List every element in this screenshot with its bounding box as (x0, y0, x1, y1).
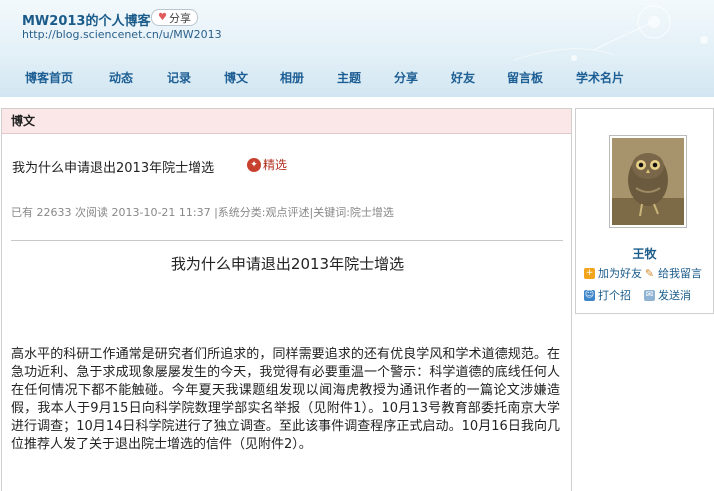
featured-badge: ✦ 精选 (247, 156, 287, 173)
avatar[interactable] (609, 135, 687, 228)
nav-item-feed[interactable]: 动态 (109, 69, 133, 86)
send-message-link[interactable]: ✉ 发送消 (644, 287, 691, 303)
nav-item-log[interactable]: 记录 (167, 69, 191, 86)
greet-label: 打个招 (598, 289, 631, 302)
blog-title[interactable]: MW2013的个人博客 (22, 10, 150, 29)
article-body: 高水平的科研工作通常是研究者们所追求的，同样需要追求的还有优良学风和学术道德规范… (11, 347, 560, 452)
nav-item-home[interactable]: 博客首页 (25, 69, 73, 86)
heart-icon: ♥ (158, 12, 167, 23)
blog-url[interactable]: http://blog.sciencenet.cn/u/MW2013 (22, 28, 222, 41)
nav-item-album[interactable]: 相册 (280, 69, 304, 86)
nav-item-share[interactable]: 分享 (394, 69, 418, 86)
blog-header: MW2013的个人博客 ♥ 分享 http://blog.sciencenet.… (0, 0, 714, 97)
add-friend-label: 加为好友 (598, 267, 642, 280)
nav-item-guestbook[interactable]: 留言板 (507, 69, 543, 86)
mail-icon: ✉ (644, 289, 655, 301)
nav-item-card[interactable]: 学术名片 (576, 69, 624, 86)
owl-avatar-image (612, 138, 684, 225)
article-panel: 博文 我为什么申请退出2013年院士增选 ✦ 精选 已有 22633 次阅读 2… (1, 108, 572, 491)
section-title: 博文 (2, 109, 571, 134)
divider (11, 240, 563, 241)
profile-sidebar: 王牧 + 加为好友 ✎ 给我留言 ☺ 打个招 ✉ 发送消 (575, 108, 714, 314)
share-label: 分享 (168, 11, 191, 25)
featured-label: 精选 (263, 158, 288, 172)
leave-message-link[interactable]: ✎ 给我留言 (644, 265, 702, 281)
pencil-icon: ✎ (644, 266, 655, 280)
leave-message-label: 给我留言 (658, 267, 702, 280)
featured-icon: ✦ (247, 157, 261, 172)
share-button[interactable]: ♥ 分享 (151, 9, 198, 26)
nav-item-friends[interactable]: 好友 (451, 69, 475, 86)
article-heading: 我为什么申请退出2013年院士增选 (170, 255, 405, 273)
send-message-label: 发送消 (658, 289, 691, 302)
header-decoration (513, 5, 708, 61)
nav-item-blog[interactable]: 博文 (224, 69, 248, 86)
article-title-link[interactable]: 我为什么申请退出2013年院士增选 (12, 157, 214, 176)
main-nav: 博客首页 动态 记录 博文 相册 主题 分享 好友 留言板 学术名片 (0, 69, 714, 89)
add-friend-icon: + (584, 267, 595, 279)
greet-link[interactable]: ☺ 打个招 (584, 287, 631, 303)
nav-item-topic[interactable]: 主题 (337, 69, 361, 86)
greet-icon: ☺ (584, 289, 595, 301)
article-meta: 已有 22633 次阅读 2013-10-21 11:37 |系统分类:观点评述… (11, 206, 394, 219)
add-friend-link[interactable]: + 加为好友 (584, 265, 642, 281)
profile-name[interactable]: 王牧 (576, 245, 713, 262)
